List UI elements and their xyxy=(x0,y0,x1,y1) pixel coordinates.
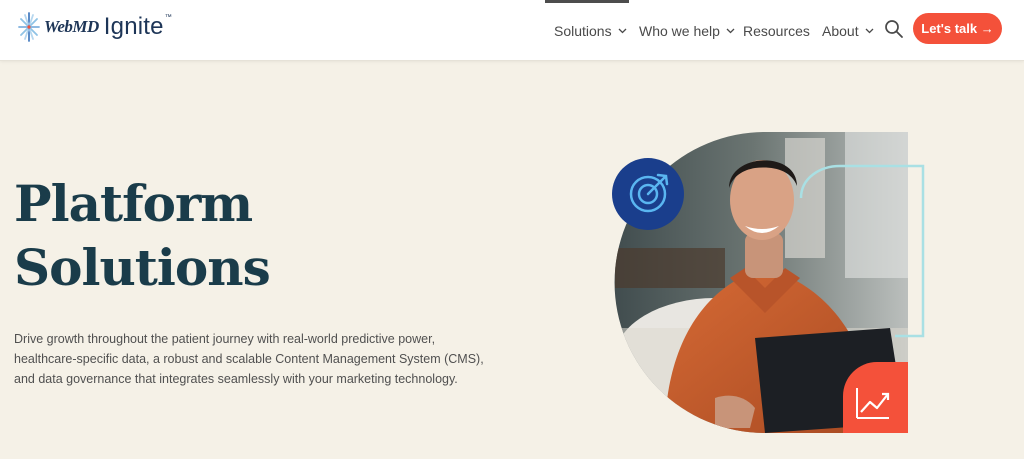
page-title-line-1: Platform xyxy=(14,174,253,233)
hero-description-line-3: and data governance that integrates seam… xyxy=(14,372,458,386)
chevron-down-icon xyxy=(726,28,735,33)
hero-description-line-2: healthcare-specific data, a robust and s… xyxy=(14,352,484,366)
lets-talk-button[interactable]: Let's talk → xyxy=(913,13,1002,44)
nav-item-label: Who we help xyxy=(639,22,720,39)
search-icon[interactable] xyxy=(884,19,904,39)
brand-name-ignite: Ignite xyxy=(103,13,164,40)
brand-name-webmd: WebMD xyxy=(44,17,99,36)
nav-item-about[interactable]: About xyxy=(822,0,874,61)
nav-item-who-we-help[interactable]: Who we help xyxy=(639,0,735,61)
nav-item-resources[interactable]: Resources xyxy=(743,0,810,61)
brand-logo[interactable]: WebMD Ignite ™ xyxy=(18,10,172,44)
nav-item-solutions[interactable]: Solutions xyxy=(554,0,627,61)
chevron-down-icon xyxy=(618,28,627,33)
nav-item-label: Solutions xyxy=(554,22,612,39)
page-title-line-2: Solutions xyxy=(14,238,271,297)
chevron-down-icon xyxy=(865,28,874,33)
nav-item-label: Resources xyxy=(743,22,810,39)
trend-up-chart-icon xyxy=(843,362,908,433)
brand-burst-icon xyxy=(18,12,40,42)
nav-item-label: About xyxy=(822,22,859,39)
page-title: Platform Solutions xyxy=(14,172,414,300)
hero-image xyxy=(612,132,925,433)
hero-description-line-1: Drive growth throughout the patient jour… xyxy=(14,332,436,346)
site-header: WebMD Ignite ™ Solutions Who we help Res… xyxy=(0,0,1024,61)
brand-trademark: ™ xyxy=(164,14,172,21)
hero-description: Drive growth throughout the patient jour… xyxy=(14,329,514,389)
target-arrow-icon xyxy=(612,158,684,230)
